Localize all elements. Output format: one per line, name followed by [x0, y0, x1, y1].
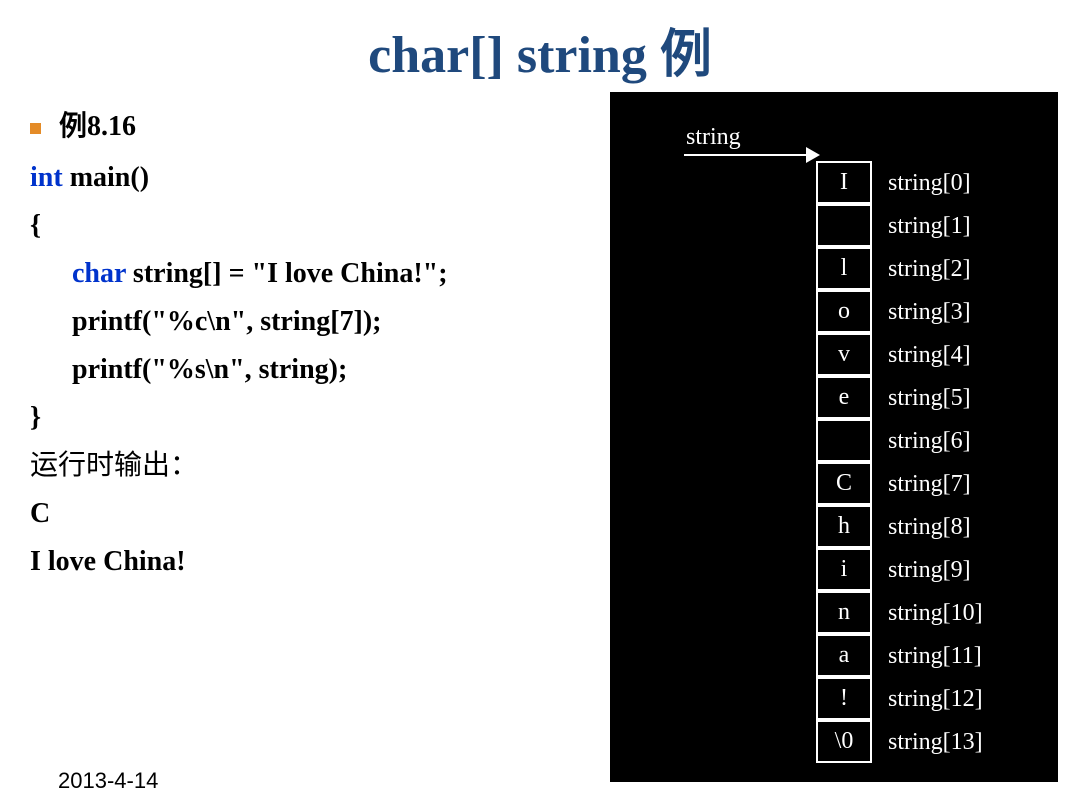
- cell-index-label: string[0]: [888, 170, 971, 197]
- output-line-2: I love China!: [30, 538, 590, 586]
- cell-row: i string[9]: [816, 549, 983, 592]
- arrow-line: [684, 154, 810, 156]
- cell-char: l: [816, 247, 872, 290]
- code-line-4: printf("%c\n", string[7]);: [30, 298, 590, 346]
- cell-index-label: string[12]: [888, 686, 983, 713]
- cell-row: o string[3]: [816, 291, 983, 334]
- cell-char: h: [816, 505, 872, 548]
- cell-char: i: [816, 548, 872, 591]
- cell-column: Istring[0] string[1] l string[2] o string[3] v…: [816, 162, 983, 764]
- cell-char: C: [816, 462, 872, 505]
- footer-date: 2013-4-14: [58, 768, 158, 794]
- run-output-label: 运行时输出：: [30, 442, 590, 490]
- code-line-1: int main(): [30, 154, 590, 202]
- cell-index-label: string[6]: [888, 428, 971, 455]
- cell-row: Istring[0]: [816, 162, 983, 205]
- cell-row: v string[4]: [816, 334, 983, 377]
- code-line-5: printf("%s\n", string);: [30, 346, 590, 394]
- cell-index-label: string[8]: [888, 514, 971, 541]
- cell-index-label: string[3]: [888, 299, 971, 326]
- slide-body: 例8.16 int main() { char string[] = "I lo…: [30, 104, 590, 586]
- cell-index-label: string[2]: [888, 256, 971, 283]
- keyword-char: char: [72, 258, 126, 289]
- cell-index-label: string[5]: [888, 385, 971, 412]
- cell-char: [816, 419, 872, 462]
- code-line-2: {: [30, 202, 590, 250]
- cell-char: n: [816, 591, 872, 634]
- code-line-6: }: [30, 394, 590, 442]
- cell-index-label: string[11]: [888, 643, 982, 670]
- cell-row: e string[5]: [816, 377, 983, 420]
- cell-char: !: [816, 677, 872, 720]
- cell-char: o: [816, 290, 872, 333]
- code-l3-rest: string[] = "I love China!";: [126, 258, 448, 289]
- keyword-int: int: [30, 162, 63, 193]
- cell-row: a string[11]: [816, 635, 983, 678]
- memory-diagram: string Istring[0]string[1]lstring[2]ostr…: [610, 92, 1058, 782]
- cell-index-label: string[1]: [888, 213, 971, 240]
- cell-row: n string[10]: [816, 592, 983, 635]
- cell-row: string[6]: [816, 420, 983, 463]
- cell-char: I: [816, 161, 872, 204]
- cell-index-label: string[10]: [888, 600, 983, 627]
- cell-row: h string[8]: [816, 506, 983, 549]
- cell-index-label: string[7]: [888, 471, 971, 498]
- bullet-icon: [30, 123, 41, 134]
- bullet-label: 例8.16: [59, 104, 136, 150]
- cell-row: ! string[12]: [816, 678, 983, 721]
- cell-char: e: [816, 376, 872, 419]
- output-line-1: C: [30, 490, 590, 538]
- code-line-3: char string[] = "I love China!";: [30, 250, 590, 298]
- cell-row: \0 string[13]: [816, 721, 983, 764]
- title-suffix: 例: [660, 26, 712, 84]
- cell-index-label: string[13]: [888, 729, 983, 756]
- cell-index-label: string[4]: [888, 342, 971, 369]
- code-l1-rest: main(): [63, 162, 149, 193]
- pointer-label: string: [686, 124, 741, 151]
- cell-char: v: [816, 333, 872, 376]
- cell-row: Cstring[7]: [816, 463, 983, 506]
- cell-char: [816, 204, 872, 247]
- cell-char: a: [816, 634, 872, 677]
- bullet-item: 例8.16: [30, 104, 590, 150]
- title-prefix: char[] string: [368, 27, 660, 84]
- cell-index-label: string[9]: [888, 557, 971, 584]
- cell-row: string[1]: [816, 205, 983, 248]
- slide-title: char[] string 例: [0, 12, 1080, 87]
- cell-char: \0: [816, 720, 872, 763]
- cell-row: l string[2]: [816, 248, 983, 291]
